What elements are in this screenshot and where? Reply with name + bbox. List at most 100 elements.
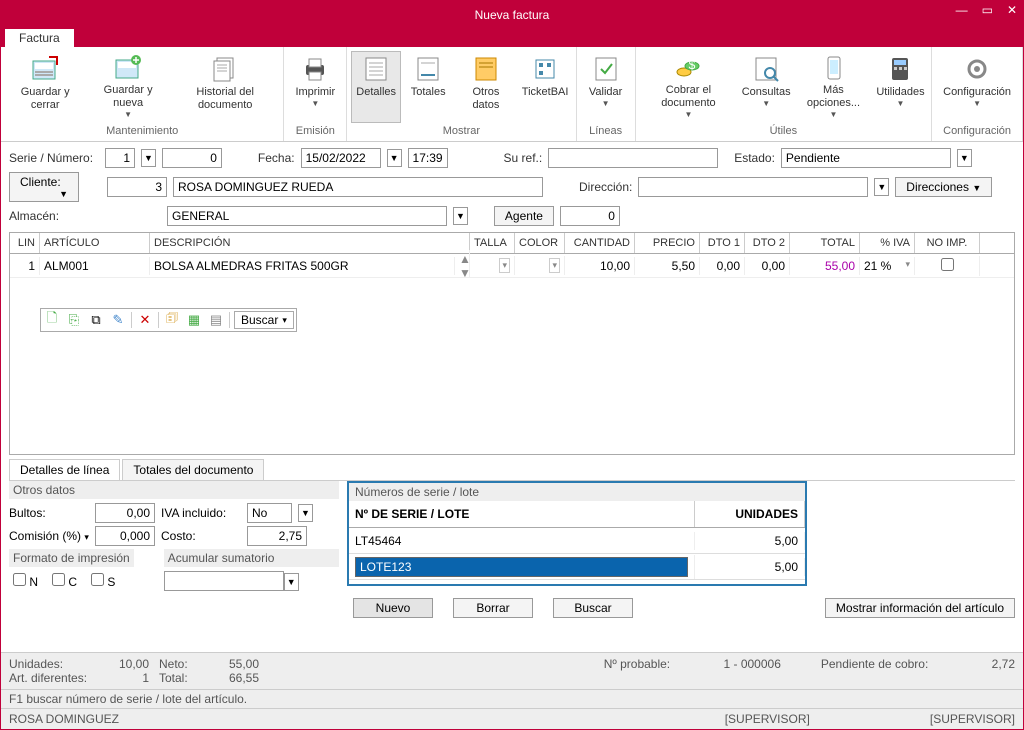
col-talla: TALLA — [470, 233, 515, 253]
formato-s-checkbox[interactable] — [91, 573, 104, 586]
fecha-input[interactable] — [301, 148, 381, 168]
gear-icon — [962, 54, 992, 84]
formato-n-checkbox[interactable] — [13, 573, 26, 586]
color-dd[interactable]: ▾ — [549, 258, 560, 273]
otros-datos-title: Otros datos — [9, 481, 339, 499]
status-sup2: [SUPERVISOR] — [930, 712, 1015, 726]
validate-icon — [591, 54, 621, 84]
fecha-dd[interactable]: ▼ — [387, 149, 402, 167]
delete-icon[interactable]: ✕ — [136, 311, 154, 329]
window-title: Nueva factura — [475, 8, 550, 22]
validar-button[interactable]: Validar ▼ — [581, 51, 631, 123]
save-close-icon — [30, 54, 60, 84]
chevron-down-icon: ▼ — [124, 110, 132, 120]
numero-input[interactable] — [162, 148, 222, 168]
talla-dd[interactable]: ▾ — [499, 258, 510, 273]
configuracion-button[interactable]: Configuración ▼ — [936, 51, 1018, 123]
calculator-icon — [885, 54, 915, 84]
serie-lote-panel: Números de serie / lote Nº DE SERIE / LO… — [347, 481, 807, 586]
cliente-num-input[interactable] — [107, 177, 167, 197]
chevron-down-icon: ▼ — [684, 110, 692, 120]
col-lin: LIN — [10, 233, 40, 253]
col-color: COLOR — [515, 233, 565, 253]
svg-text:$: $ — [689, 58, 696, 72]
cobrar-button[interactable]: $ Cobrar el documento ▼ — [640, 51, 738, 123]
note-icon[interactable]: 🗊 — [163, 311, 181, 329]
chevron-down-icon: ▼ — [897, 99, 905, 109]
edit-icon[interactable]: ✎ — [109, 311, 127, 329]
noimp-checkbox[interactable] — [941, 258, 954, 271]
col-unidades: UNIDADES — [695, 501, 805, 527]
borrar-button[interactable]: Borrar — [453, 598, 533, 618]
historial-button[interactable]: Historial del documento — [171, 51, 280, 123]
mostrar-info-button[interactable]: Mostrar información del artículo — [825, 598, 1015, 618]
almacen-dd[interactable]: ▼ — [453, 207, 468, 225]
insert-icon[interactable]: ⎘ — [65, 311, 83, 329]
costo-input[interactable] — [247, 526, 307, 546]
almacen-input[interactable] — [167, 206, 447, 226]
mas-opciones-button[interactable]: Más opciones... ▼ — [795, 51, 872, 123]
comision-input[interactable] — [95, 526, 155, 546]
serie-row-editing[interactable]: 5,00 — [349, 554, 805, 580]
lote-input[interactable] — [355, 557, 688, 577]
estado-dd[interactable]: ▼ — [957, 149, 972, 167]
suref-input[interactable] — [548, 148, 718, 168]
bultos-input[interactable] — [95, 503, 155, 523]
agente-button[interactable]: Agente — [494, 206, 554, 226]
image-icon[interactable]: ▦ — [185, 311, 203, 329]
formato-c-checkbox[interactable] — [52, 573, 65, 586]
almacen-label: Almacén: — [9, 209, 99, 223]
nuevo-button[interactable]: Nuevo — [353, 598, 433, 618]
details-icon — [361, 54, 391, 84]
col-noimp: NO IMP. — [915, 233, 980, 253]
guardar-cerrar-button[interactable]: Guardar y cerrar — [5, 51, 85, 123]
acumular-input[interactable] — [164, 571, 284, 591]
serie-row[interactable]: LT45464 5,00 — [349, 528, 805, 554]
iva-dd[interactable]: ▾ — [905, 259, 910, 270]
direccion-label: Dirección: — [579, 180, 632, 194]
col-desc: DESCRIPCIÓN — [150, 233, 470, 253]
chevron-down-icon: ▼ — [973, 99, 981, 109]
ticketbai-button[interactable]: TicketBAI — [519, 51, 572, 123]
buscar-button[interactable]: Buscar ▾ — [234, 311, 294, 329]
serie-input[interactable] — [105, 148, 135, 168]
tab-detalles-linea[interactable]: Detalles de línea — [9, 459, 120, 480]
comision-label: Comisión (%) ▾ — [9, 529, 89, 543]
guardar-nueva-button[interactable]: Guardar y nueva ▼ — [87, 51, 168, 123]
otros-datos-button[interactable]: Otros datos — [455, 51, 516, 123]
hora-input[interactable] — [408, 148, 448, 168]
utilidades-button[interactable]: Utilidades ▼ — [874, 51, 927, 123]
table-row[interactable]: 1 ALM001 BOLSA ALMEDRAS FRITAS 500GR ▲▼ … — [10, 254, 1014, 278]
tab-totales-doc[interactable]: Totales del documento — [122, 459, 264, 480]
buscar-serie-button[interactable]: Buscar — [553, 598, 633, 618]
agente-input[interactable] — [560, 206, 620, 226]
acumular-dd[interactable]: ▼ — [284, 573, 299, 591]
estado-input[interactable] — [781, 148, 951, 168]
close-button[interactable]: ✕ — [1007, 3, 1017, 17]
direccion-input[interactable] — [638, 177, 868, 197]
consultas-button[interactable]: Consultas ▼ — [739, 51, 793, 123]
copy-icon[interactable]: ⧉ — [87, 311, 105, 329]
tab-factura[interactable]: Factura — [5, 29, 74, 47]
new-line-icon[interactable]: 🗋 — [43, 311, 61, 329]
totales-button[interactable]: Totales — [403, 51, 453, 123]
detalles-button[interactable]: Detalles — [351, 51, 401, 123]
imprimir-button[interactable]: Imprimir ▼ — [288, 51, 342, 123]
direccion-dd[interactable]: ▼ — [874, 178, 889, 196]
col-dto1: DTO 1 — [700, 233, 745, 253]
maximize-button[interactable]: ▭ — [982, 3, 993, 17]
cliente-nom-input[interactable] — [173, 177, 543, 197]
iva-incluido-input[interactable] — [247, 503, 292, 523]
menu-tab-bar: Factura — [1, 29, 1023, 47]
chart-icon[interactable]: ▤ — [207, 311, 225, 329]
col-iva: % IVA — [860, 233, 915, 253]
spin-up[interactable]: ▲ — [459, 252, 465, 266]
direcciones-button[interactable]: Direcciones ▼ — [895, 177, 992, 197]
cliente-button[interactable]: Cliente: ▼ — [9, 172, 79, 202]
chevron-down-icon: ▼ — [762, 99, 770, 109]
minimize-button[interactable]: — — [956, 3, 968, 17]
serie-dd[interactable]: ▼ — [141, 149, 156, 167]
col-total: TOTAL — [790, 233, 860, 253]
formato-title: Formato de impresión — [9, 549, 134, 567]
iva-dd[interactable]: ▼ — [298, 504, 313, 522]
